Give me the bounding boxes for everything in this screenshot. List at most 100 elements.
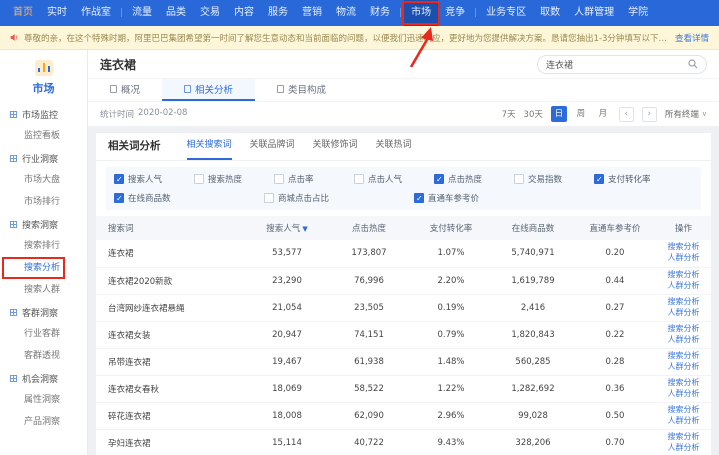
nav-item-首页[interactable]: 首页 [6,0,40,26]
actions-cell: 搜索分析人群分析 [656,375,711,402]
nav-item-财务[interactable]: 财务 [363,0,397,26]
nav-item-人群管理[interactable]: 人群管理 [567,0,621,26]
action-link-人群分析[interactable]: 人群分析 [656,389,711,400]
action-link-人群分析[interactable]: 人群分析 [656,416,711,427]
checkbox-点击人气[interactable]: 点击人气 [354,173,434,185]
prev-date-button[interactable]: ‹ [619,107,634,122]
checkbox-点击热度[interactable]: 点击热度 [434,173,514,185]
checkbox-box[interactable] [434,174,444,184]
notice-detail-link[interactable]: 查看详情 [675,32,709,44]
checkbox-box[interactable] [414,193,424,203]
action-link-搜索分析[interactable]: 搜索分析 [656,297,711,308]
sidebar-group-搜索洞察[interactable]: 搜索洞察 [0,213,87,235]
nav-item-交易[interactable]: 交易 [193,0,227,26]
tab-概况[interactable]: 概况 [88,79,162,101]
sidebar-item-搜索分析[interactable]: 搜索分析 [0,257,87,279]
checkbox-box[interactable] [274,174,284,184]
subtab-关联热词[interactable]: 关联热词 [376,133,412,160]
nav-item-品类[interactable]: 品类 [159,0,193,26]
action-link-人群分析[interactable]: 人群分析 [656,253,711,264]
sidebar-group-label: 市场监控 [22,108,58,121]
checkbox-点击率[interactable]: 点击率 [274,173,354,185]
action-link-搜索分析[interactable]: 搜索分析 [656,378,711,389]
granularity-switch: 日周月 [551,106,611,122]
column-header-搜索词[interactable]: 搜索词 [96,216,246,240]
keyword-search-box[interactable] [537,55,707,74]
action-link-搜索分析[interactable]: 搜索分析 [656,351,711,362]
sidebar-group-机会洞察[interactable]: 机会洞察 [0,367,87,389]
nav-item-流量[interactable]: 流量 [125,0,159,26]
action-link-人群分析[interactable]: 人群分析 [656,281,711,292]
checkbox-box[interactable] [354,174,364,184]
nav-item-竞争[interactable]: 竞争 [438,0,472,26]
checkbox-商城点击占比[interactable]: 商城点击占比 [264,192,414,204]
sidebar-item-监控看板[interactable]: 监控看板 [0,125,87,147]
cell-click_heat: 74,151 [328,321,410,348]
keyword-search-input[interactable] [546,59,684,69]
nav-item-营销[interactable]: 营销 [295,0,329,26]
sidebar-group-行业洞察[interactable]: 行业洞察 [0,147,87,169]
sidebar-item-市场排行[interactable]: 市场排行 [0,191,87,213]
nav-item-作战室[interactable]: 作战室 [74,0,118,26]
column-header-点击热度[interactable]: 点击热度 [328,216,410,240]
subtab-关联修饰词[interactable]: 关联修饰词 [313,133,358,160]
action-link-人群分析[interactable]: 人群分析 [656,335,711,346]
column-header-在线商品数[interactable]: 在线商品数 [492,216,574,240]
granularity-日[interactable]: 日 [551,106,567,122]
sidebar-group-客群洞察[interactable]: 客群洞察 [0,301,87,323]
checkbox-交易指数[interactable]: 交易指数 [514,173,594,185]
nav-item-业务专区[interactable]: 业务专区 [479,0,533,26]
terminal-select[interactable]: 所有终端∨ [665,108,707,120]
action-link-搜索分析[interactable]: 搜索分析 [656,432,711,443]
checkbox-box[interactable] [514,174,524,184]
range-button-30天[interactable]: 30天 [524,108,543,120]
nav-item-实时[interactable]: 实时 [40,0,74,26]
column-header-支付转化率[interactable]: 支付转化率 [410,216,492,240]
search-icon[interactable] [688,59,698,69]
action-link-搜索分析[interactable]: 搜索分析 [656,270,711,281]
next-date-button[interactable]: › [642,107,657,122]
annotation-box-market [402,1,440,25]
nav-item-取数[interactable]: 取数 [533,0,567,26]
sidebar-group-市场监控[interactable]: 市场监控 [0,103,87,125]
action-link-搜索分析[interactable]: 搜索分析 [656,324,711,335]
action-link-搜索分析[interactable]: 搜索分析 [656,242,711,253]
nav-item-内容[interactable]: 内容 [227,0,261,26]
sidebar-item-市场大盘[interactable]: 市场大盘 [0,169,87,191]
column-header-搜索人气[interactable]: 搜索人气▼ [246,216,328,240]
checkbox-在线商品数[interactable]: 在线商品数 [114,192,264,204]
action-link-人群分析[interactable]: 人群分析 [656,362,711,373]
checkbox-box[interactable] [264,193,274,203]
checkbox-box[interactable] [114,193,124,203]
nav-item-物流[interactable]: 物流 [329,0,363,26]
sidebar-item-客群透视[interactable]: 客群透视 [0,345,87,367]
granularity-月[interactable]: 月 [595,106,611,122]
checkbox-搜索人气[interactable]: 搜索人气 [114,173,194,185]
tab-相关分析[interactable]: 相关分析 [162,79,255,101]
action-link-搜索分析[interactable]: 搜索分析 [656,405,711,416]
checkbox-直通车参考价[interactable]: 直通车参考价 [414,192,564,204]
tab-类目构成[interactable]: 类目构成 [255,79,348,101]
sidebar-item-搜索人群[interactable]: 搜索人群 [0,279,87,301]
checkbox-支付转化率[interactable]: 支付转化率 [594,173,674,185]
document-icon [184,85,191,93]
column-header-操作[interactable]: 操作 [656,216,711,240]
checkbox-搜索热度[interactable]: 搜索热度 [194,173,274,185]
sidebar-item-行业客群[interactable]: 行业客群 [0,323,87,345]
granularity-周[interactable]: 周 [573,106,589,122]
range-button-7天[interactable]: 7天 [502,108,516,120]
sidebar-item-属性洞察[interactable]: 属性洞察 [0,389,87,411]
subtab-相关搜索词[interactable]: 相关搜索词 [187,133,232,160]
action-link-人群分析[interactable]: 人群分析 [656,308,711,319]
nav-item-学院[interactable]: 学院 [621,0,655,26]
checkbox-box[interactable] [194,174,204,184]
subtab-关联品牌词[interactable]: 关联品牌词 [250,133,295,160]
nav-item-市场[interactable]: 市场 [404,0,438,26]
nav-item-服务[interactable]: 服务 [261,0,295,26]
column-header-直通车参考价[interactable]: 直通车参考价 [574,216,656,240]
sidebar-item-搜索排行[interactable]: 搜索排行 [0,235,87,257]
sidebar-item-产品洞察[interactable]: 产品洞察 [0,411,87,433]
action-link-人群分析[interactable]: 人群分析 [656,443,711,454]
checkbox-box[interactable] [594,174,604,184]
checkbox-box[interactable] [114,174,124,184]
